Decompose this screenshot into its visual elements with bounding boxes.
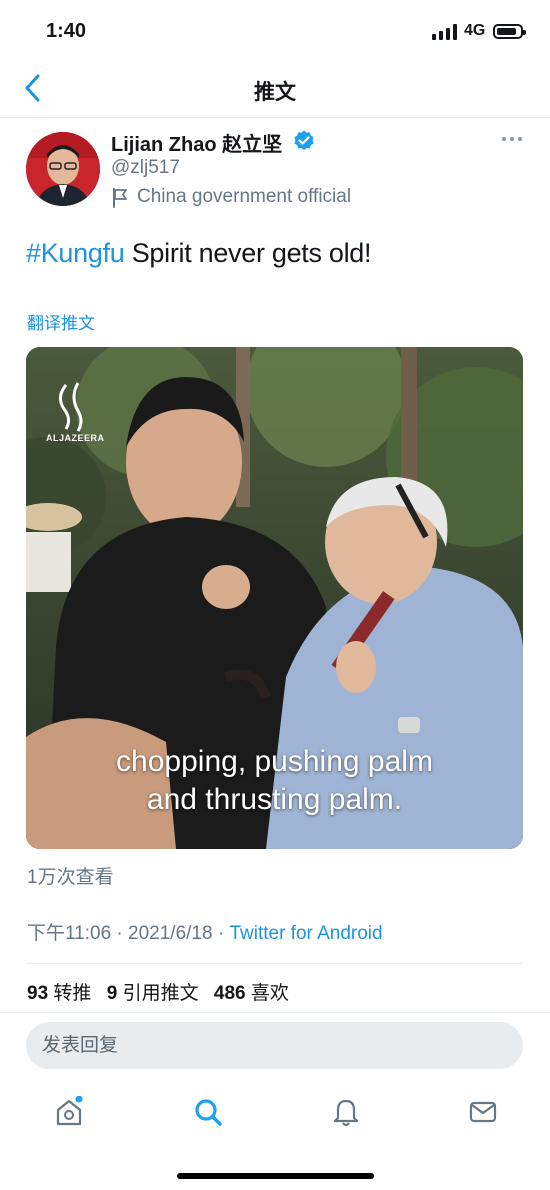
hashtag-link[interactable]: #Kungfu: [26, 238, 125, 268]
tweet-text: #Kungfu Spirit never gets old!: [26, 238, 372, 269]
source-link[interactable]: Twitter for Android: [229, 923, 382, 944]
home-indicator: [177, 1173, 374, 1179]
more-options-icon[interactable]: [500, 134, 524, 144]
tweet-video[interactable]: ALJAZEERA chopping, pushing palm and thr…: [26, 347, 523, 849]
network-type: 4G: [464, 22, 486, 39]
verified-icon: [294, 130, 314, 151]
view-count: 1万次查看: [27, 867, 114, 888]
engagement-stats: 93 转推 9 引用推文 486 喜欢: [27, 978, 299, 1005]
status-time: 1:40: [46, 20, 87, 42]
notifications-icon[interactable]: [331, 1096, 361, 1128]
divider: [27, 963, 523, 964]
aljazeera-logo: ALJAZEERA: [46, 433, 105, 443]
author-name[interactable]: Lijian Zhao 赵立坚: [111, 128, 282, 157]
retweet-count[interactable]: 93: [27, 983, 48, 1004]
page-title: 推文: [254, 81, 296, 104]
battery-icon: [493, 24, 526, 39]
tweet-date: 2021/6/18: [128, 923, 213, 944]
messages-icon[interactable]: [468, 1096, 498, 1128]
meta-separator: ·: [111, 923, 129, 944]
quote-count[interactable]: 9: [107, 983, 118, 1004]
caption-line-2: and thrusting palm.: [146, 783, 403, 816]
video-caption: chopping, pushing palm and thrusting pal…: [26, 743, 523, 819]
retweet-label[interactable]: 转推: [53, 983, 91, 1004]
signal-icon: [432, 24, 457, 40]
reply-input[interactable]: 发表回复: [26, 1022, 523, 1069]
like-label[interactable]: 喜欢: [251, 983, 289, 1004]
translate-tweet-link[interactable]: 翻译推文: [27, 309, 95, 334]
author-handle[interactable]: @zlj517: [111, 157, 180, 179]
government-label: China government official: [137, 186, 352, 207]
tweet-time: 下午11:06: [27, 923, 112, 944]
tweet-body: Spirit never gets old!: [124, 238, 372, 268]
nav-divider: [0, 117, 550, 118]
search-icon[interactable]: [193, 1096, 223, 1128]
tweet-meta: 下午11:06 · 2021/6/18 · Twitter for Androi…: [27, 918, 383, 945]
like-count[interactable]: 486: [214, 983, 246, 1004]
home-icon[interactable]: [54, 1096, 84, 1128]
caption-line-1: chopping, pushing palm: [116, 745, 433, 778]
flag-icon: [113, 188, 127, 208]
avatar[interactable]: [26, 132, 100, 206]
quote-label[interactable]: 引用推文: [123, 983, 199, 1004]
divider: [0, 1012, 550, 1013]
meta-separator: ·: [212, 923, 230, 944]
